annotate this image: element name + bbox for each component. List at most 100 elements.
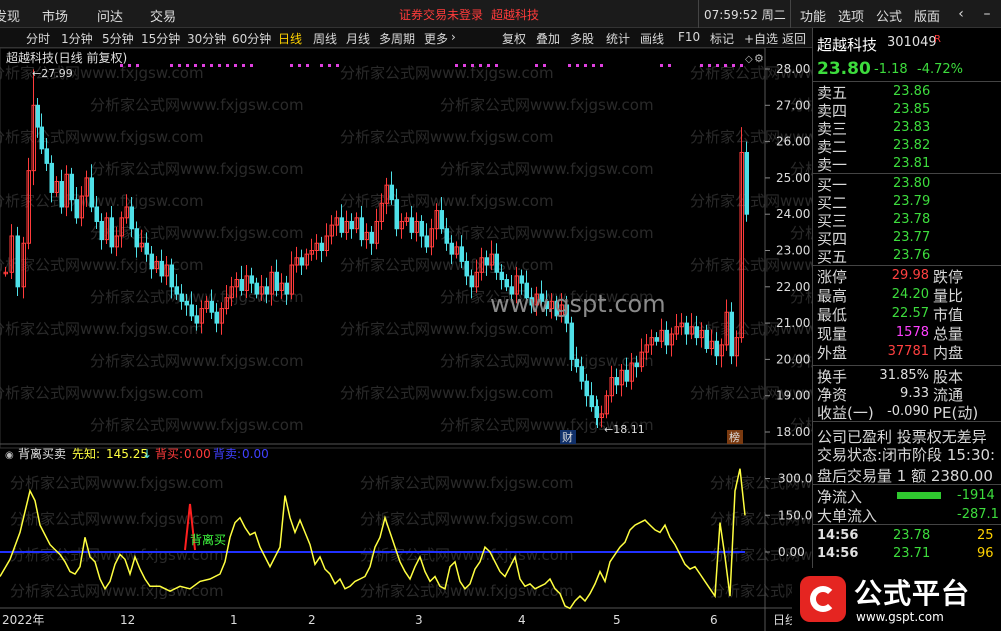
logo-url: www.gspt.com: [856, 610, 944, 624]
candle-body: [359, 217, 364, 241]
r-badge: R: [934, 34, 941, 45]
price-tick-label: 27.00: [776, 98, 810, 112]
signal-dot: [250, 64, 253, 67]
tool-f10[interactable]: F10: [678, 30, 700, 44]
signal-dot: [170, 64, 173, 67]
tool-mark[interactable]: 标记: [710, 30, 734, 47]
watermark-text: 分析家公式网www.fxjgsw.com: [440, 224, 654, 242]
indicator-toggle-icon[interactable]: ◉: [5, 450, 14, 461]
candle-body: [349, 220, 354, 230]
period-30min[interactable]: 30分钟: [187, 30, 226, 47]
tool-add-watchlist[interactable]: +自选: [744, 30, 778, 47]
period-more[interactable]: 更多: [424, 30, 448, 47]
stat-label2: 跌停: [933, 268, 964, 286]
candle-body: [39, 126, 44, 150]
menu-formula[interactable]: 公式: [876, 6, 902, 25]
ask-level-price[interactable]: 23.83: [893, 120, 930, 135]
watermark-text: 分析家公式网www.fxjgsw.com: [440, 160, 654, 178]
candle-body: [129, 206, 134, 230]
tool-overlay[interactable]: 叠加: [536, 30, 560, 47]
watermark-text: 分析家公式网www.fxjgsw.com: [340, 128, 554, 146]
login-notice[interactable]: 证券交易未登录: [399, 6, 483, 23]
period-60min[interactable]: 60分钟: [232, 30, 271, 47]
signal-dot: [328, 64, 331, 67]
stock-link[interactable]: 超越科技: [491, 6, 539, 23]
period-daily[interactable]: 日线: [278, 30, 302, 47]
bid-level-price[interactable]: 23.78: [893, 212, 930, 227]
watermark-text: 分析家公式网www.fxjgsw.com: [360, 546, 574, 564]
menu-function[interactable]: 功能: [800, 6, 826, 25]
bid-level-price[interactable]: 23.79: [893, 194, 930, 209]
stat-value: 24.20: [891, 287, 929, 302]
ask-level-price[interactable]: 23.81: [893, 156, 930, 171]
minimize-icon[interactable]: –: [977, 4, 997, 24]
watermark-text: 分析家公式网www.fxjgsw.com: [0, 64, 204, 82]
ranking-marker-text: 榜: [729, 430, 740, 444]
price-change: -1.18: [874, 62, 908, 77]
price-tick-label: 21.00: [776, 316, 810, 330]
watermark-text: 分析家公式网www.fxjgsw.com: [360, 474, 574, 492]
watermark-text: 分析家公式网www.fxjgsw.com: [360, 510, 574, 528]
kline-chart-svg[interactable]: 分析家公式网www.fxjgsw.com 分析家公式网www.fxjgsw.com…: [0, 47, 1001, 631]
tool-multistock[interactable]: 多股: [570, 30, 594, 47]
signal-dot: [202, 64, 205, 67]
stat-value: 37781: [887, 344, 929, 359]
stat2-value: 31.85%: [879, 368, 929, 383]
trade-state: 交易状态:闭市阶段 15:30:: [817, 446, 996, 464]
menu-wenda[interactable]: 问达: [97, 6, 123, 25]
candle-body: [469, 275, 474, 288]
tool-drawline[interactable]: 画线: [640, 30, 664, 47]
logo-title: 公式平台: [854, 577, 971, 610]
menu-trade[interactable]: 交易: [150, 6, 176, 25]
period-5min[interactable]: 5分钟: [102, 30, 134, 47]
stat-label2: 内盘: [933, 344, 964, 362]
bid-level-price[interactable]: 23.80: [893, 176, 930, 191]
high-marker-label: ←27.99: [32, 67, 73, 80]
candle-body: [144, 242, 149, 255]
stat-label: 现量: [817, 325, 848, 343]
candle-body: [149, 253, 154, 270]
menu-layout[interactable]: 版面: [914, 6, 940, 25]
period-multi[interactable]: 多周期: [379, 30, 415, 47]
settings-icon[interactable]: ⚙: [754, 52, 764, 65]
back-arrow-icon[interactable]: ‹: [951, 4, 971, 24]
signal-dot: [290, 64, 293, 67]
candle-body: [614, 377, 619, 386]
signal-dot: [740, 64, 743, 67]
period-weekly[interactable]: 周线: [313, 30, 337, 47]
period-1min[interactable]: 1分钟: [61, 30, 93, 47]
bid-level-price[interactable]: 23.77: [893, 230, 930, 245]
ask-level-price[interactable]: 23.82: [893, 138, 930, 153]
price-tick-label: 25.00: [776, 171, 810, 185]
diamond-icon[interactable]: ◇: [745, 54, 753, 65]
ask-level-price[interactable]: 23.86: [893, 84, 930, 99]
period-15min[interactable]: 15分钟: [141, 30, 180, 47]
tool-fuquan[interactable]: 复权: [502, 30, 526, 47]
candle-body: [339, 217, 344, 233]
tool-stats[interactable]: 统计: [606, 30, 630, 47]
ask-level-price[interactable]: 23.85: [893, 102, 930, 117]
indicator-name[interactable]: 背离买卖: [18, 446, 66, 461]
stat-label: 涨停: [817, 268, 848, 286]
candle-body: [684, 322, 689, 335]
candle-body: [249, 275, 254, 284]
period-monthly[interactable]: 月线: [346, 30, 370, 47]
signal-dot: [234, 64, 237, 67]
chevron-right-icon[interactable]: ›: [451, 30, 456, 44]
signal-dot: [194, 64, 197, 67]
bid-level-price[interactable]: 23.76: [893, 248, 930, 263]
kline-chart-area[interactable]: 分析家公式网www.fxjgsw.com 分析家公式网www.fxjgsw.com…: [0, 47, 1001, 631]
candle-body: [504, 279, 509, 288]
tick-time: 14:56: [817, 546, 859, 561]
signal-dot: [242, 64, 245, 67]
menu-market[interactable]: 市场: [42, 6, 68, 25]
candle-body: [449, 242, 454, 255]
candle-body: [744, 151, 749, 215]
chart-toolbar: 分时 1分钟 5分钟 15分钟 30分钟 60分钟 日线 周线 月线 多周期 更…: [0, 28, 812, 48]
period-fenshi[interactable]: 分时: [26, 30, 50, 47]
candle-body: [444, 228, 449, 244]
menu-options[interactable]: 选项: [838, 6, 864, 25]
tool-back[interactable]: 返回: [782, 30, 806, 47]
menu-discover[interactable]: 发现: [0, 6, 20, 25]
candle-body: [439, 210, 444, 230]
